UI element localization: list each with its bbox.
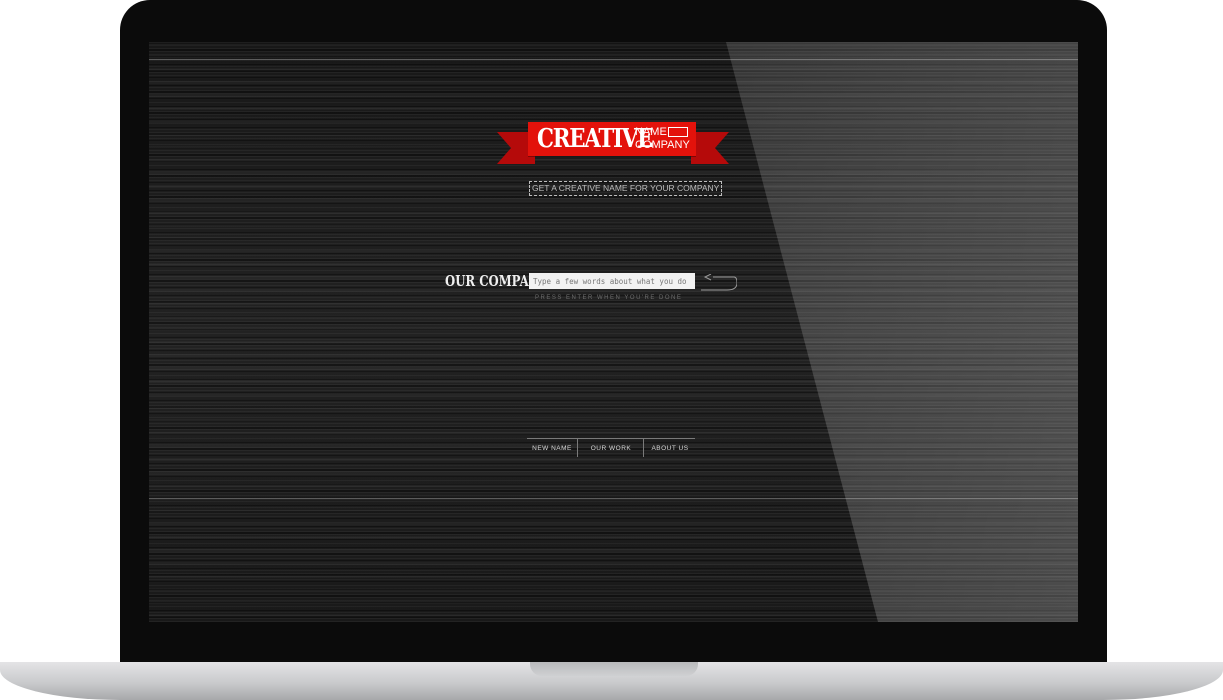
nav-our-work[interactable]: OUR WORK <box>577 439 644 457</box>
nav-new-name[interactable]: NEW NAME <box>527 439 577 457</box>
ribbon-tail-right <box>691 132 729 164</box>
logo-box-icon <box>668 127 688 137</box>
logo-banner[interactable]: CREATIVE NAME COMPANY <box>497 120 729 170</box>
logo-word-company: COMPANY <box>635 139 690 151</box>
nav-about-us[interactable]: ABOUT US <box>643 439 696 457</box>
bottom-divider <box>149 498 1078 499</box>
ribbon-main: CREATIVE NAME COMPANY <box>528 122 696 156</box>
top-divider <box>149 59 1078 60</box>
bottom-nav: NEW NAME OUR WORK ABOUT US <box>527 438 695 457</box>
screen: CREATIVE NAME COMPANY GET A CREATIVE NAM… <box>149 42 1078 622</box>
return-arrow-icon <box>701 274 737 291</box>
company-input[interactable] <box>529 273 695 289</box>
laptop-notch <box>530 662 698 676</box>
input-hint: PRESS ENTER WHEN YOU'RE DONE <box>535 295 683 301</box>
logo-word-name: NAME <box>635 126 667 138</box>
tagline: GET A CREATIVE NAME FOR YOUR COMPANY <box>529 181 723 196</box>
